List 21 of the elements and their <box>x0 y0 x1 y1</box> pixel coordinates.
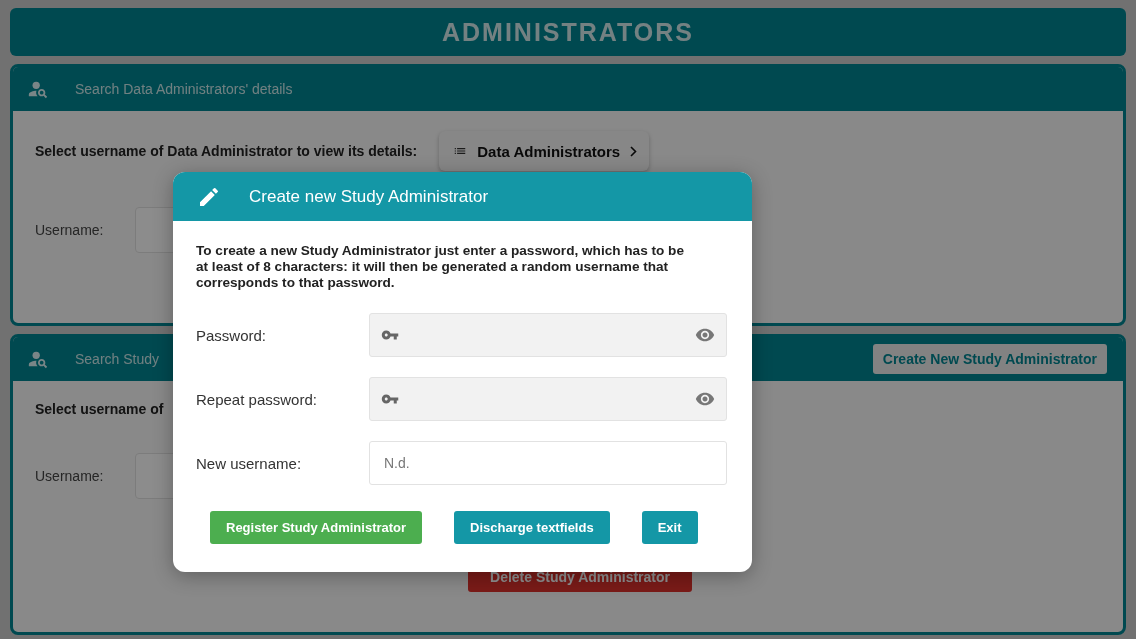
field-label: Repeat password: <box>196 390 318 408</box>
create-button[interactable]: Create New Study Administrator <box>872 344 1107 374</box>
username-label: Username: <box>35 468 104 484</box>
dropdown-button[interactable]: Data Administrators <box>439 131 650 171</box>
panel-title: Search Data Administrators' details <box>75 81 293 97</box>
field-label: New username: <box>196 454 303 472</box>
username-label: Username: <box>35 222 104 238</box>
select-label: Select username of <box>35 401 164 417</box>
dialog-message: To create a new Study Administrator just enter a password, which has to be at least of 8 characters: it will then be generated a random username that corresponds to that password. <box>196 243 685 291</box>
dialog-title: Create new Study Administrator <box>249 186 489 207</box>
select-label: Select username of Data Administrator to view its details: <box>35 143 418 159</box>
username-field[interactable]: N.d. <box>369 441 727 485</box>
dialog-button[interactable]: Exit <box>641 511 698 544</box>
panel-title: Search Study <box>75 351 160 367</box>
field-label: Password: <box>196 326 268 344</box>
password-field[interactable] <box>369 313 727 357</box>
dialog-button[interactable]: Discharge textfields <box>454 511 610 544</box>
page-title: ADMINISTRATORS <box>10 8 1126 56</box>
dialog-button[interactable]: Register Study Administrator <box>210 511 423 544</box>
chevron-icon <box>630 145 638 157</box>
password-field[interactable] <box>369 377 727 421</box>
